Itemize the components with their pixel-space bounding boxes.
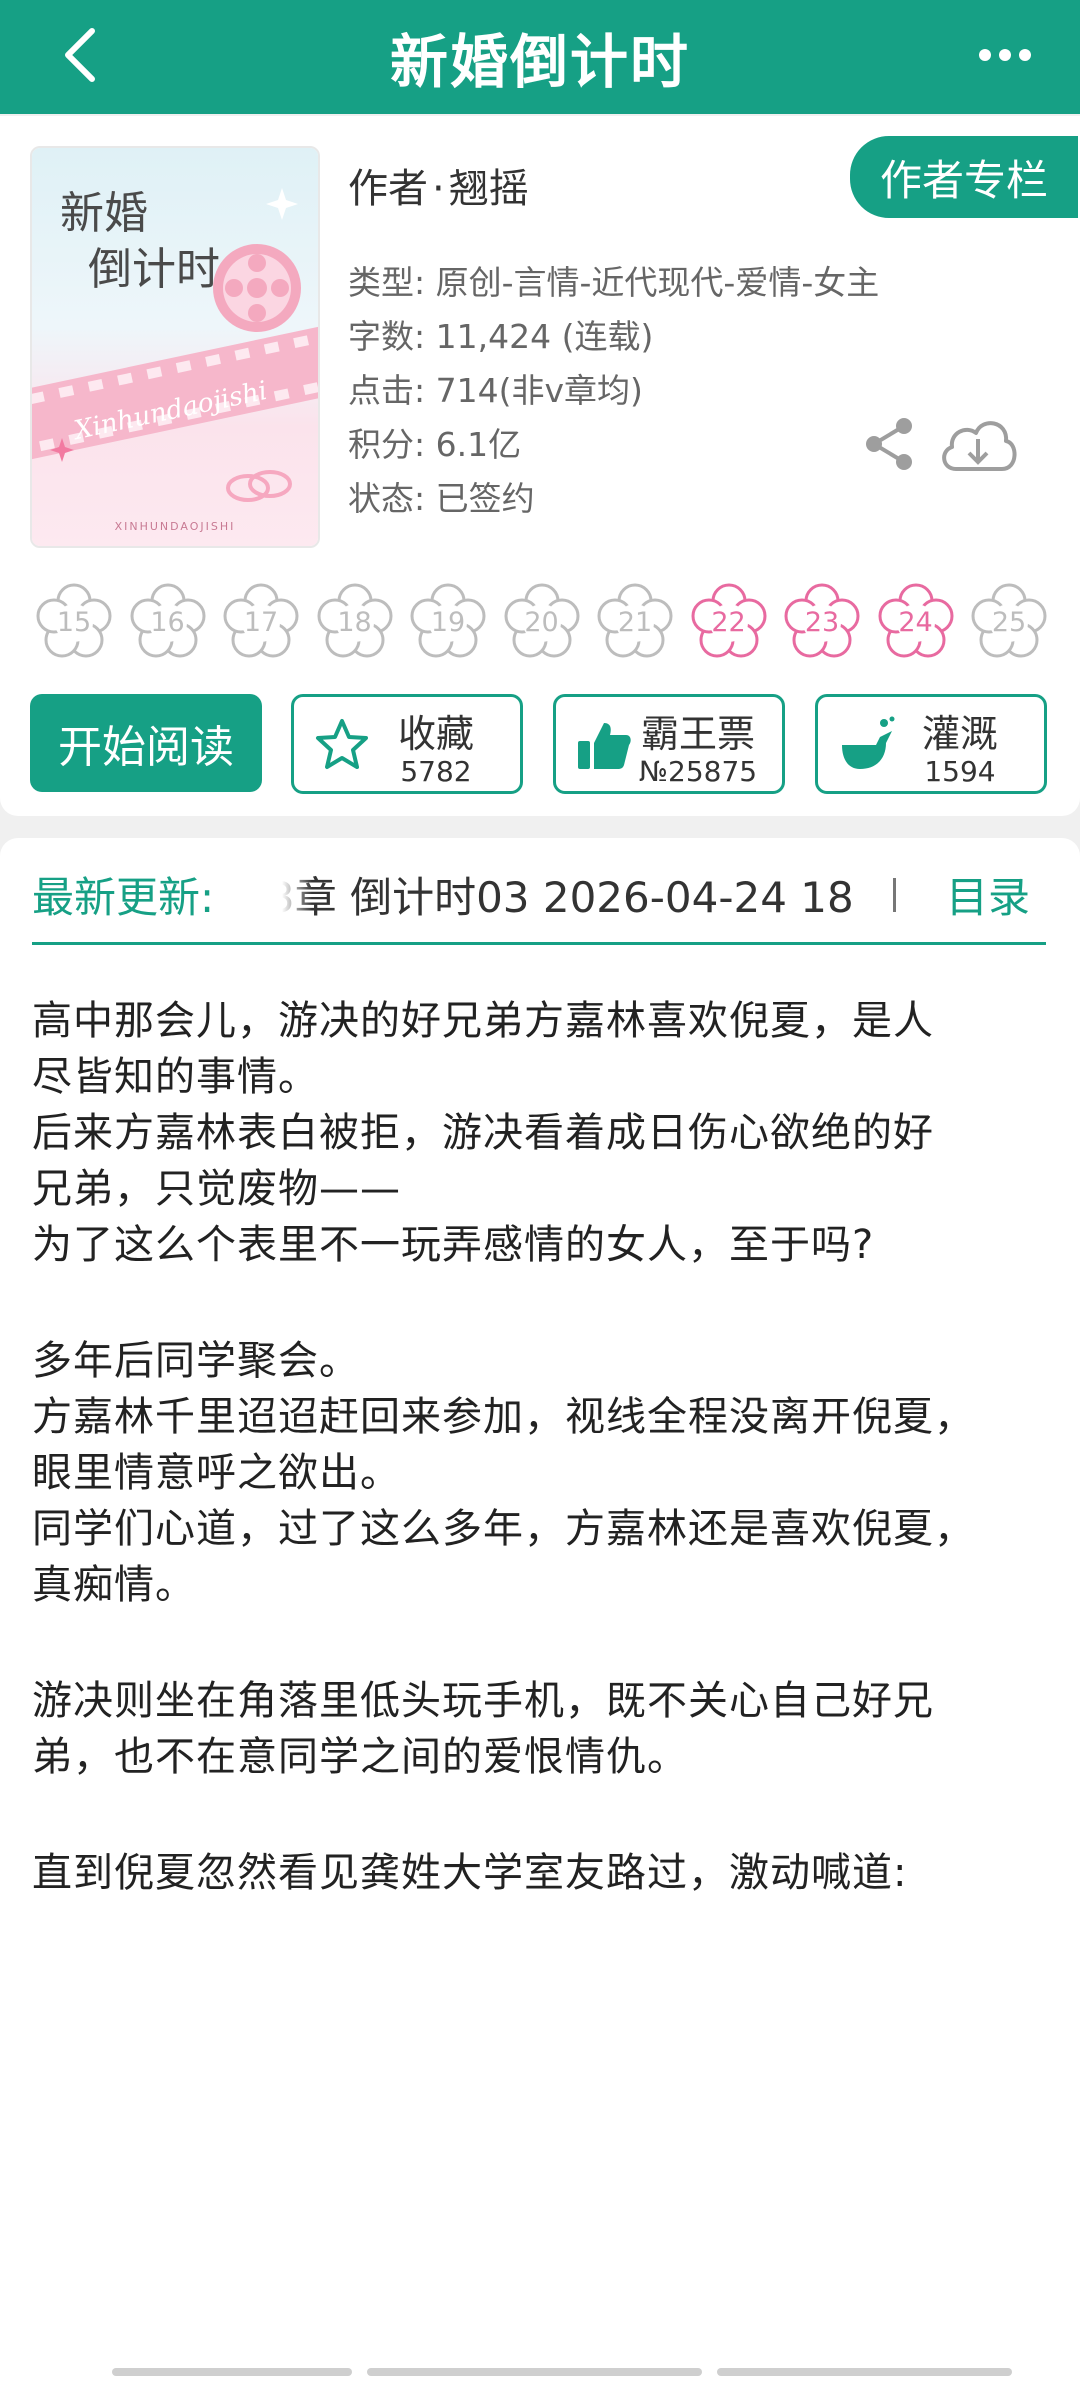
water-label: 灌溉: [921, 712, 998, 756]
flower-number: 21: [617, 606, 653, 638]
latest-update-bar: 最新更新: 3章 倒计时03 2026-04-24 18 目录: [0, 838, 1080, 978]
flower-number: 17: [243, 606, 279, 638]
meta-score: 积分: 6.1亿: [348, 425, 522, 464]
meta-type: 类型: 原创-言情-近代现代-爱情-女主: [348, 263, 880, 302]
flower-row: 15 16 17 18 19 20 21 22 23 24 25: [34, 582, 1054, 666]
author-column-button[interactable]: 作者专栏: [848, 134, 1080, 220]
ticket-button[interactable]: 霸王票 №25875: [553, 694, 785, 794]
flower-badge[interactable]: 18: [315, 582, 395, 662]
top-bar: 新婚倒计时: [0, 0, 1080, 114]
flower-badge[interactable]: 21: [595, 582, 675, 662]
more-dots-icon: [979, 49, 1031, 61]
svg-text:XINHUNDAOJISHI: XINHUNDAOJISHI: [115, 520, 236, 533]
collect-button[interactable]: 收藏 5782: [291, 694, 523, 794]
flower-number: 24: [898, 606, 933, 638]
svg-text:倒计时: 倒计时: [88, 244, 220, 295]
flower-badge[interactable]: 15: [34, 582, 114, 662]
flower-number: 16: [150, 606, 185, 638]
flower-badge[interactable]: 24: [876, 582, 956, 662]
table-of-contents-link[interactable]: 目录: [946, 864, 1030, 925]
flower-badge[interactable]: 19: [408, 582, 488, 662]
description-line: 真痴情。: [32, 1562, 196, 1608]
cover-image: 新婚 倒计时 Xinhundaojishi XINHUNDAOJISHI: [32, 148, 318, 546]
share-icon[interactable]: [862, 416, 916, 472]
ticket-label: 霸王票: [640, 712, 755, 756]
more-button[interactable]: [970, 30, 1040, 80]
description-line: 直到倪夏忽然看见龚姓大学室友路过，激动喊道:: [32, 1850, 908, 1896]
flower-number: 25: [991, 606, 1027, 638]
bottom-scroll-indicator: [112, 2368, 1012, 2376]
flower-number: 23: [804, 606, 840, 638]
ticket-count: №25875: [638, 755, 758, 788]
flower-number: 15: [56, 606, 92, 638]
flower-badge[interactable]: 22: [689, 582, 769, 662]
flower-number: 18: [337, 606, 372, 638]
author-prefix: 作者: [348, 166, 428, 212]
flower-number: 19: [430, 606, 466, 638]
underline-divider: [32, 942, 1046, 945]
book-cover[interactable]: 新婚 倒计时 Xinhundaojishi XINHUNDAOJISHI: [30, 146, 320, 548]
flower-number: 20: [524, 606, 559, 638]
latest-chapter-text: 3章 倒计时03 2026-04-24 18: [282, 873, 854, 922]
collect-count: 5782: [400, 755, 472, 788]
author-line[interactable]: 作者 · 翘摇: [348, 156, 529, 214]
page-title: 新婚倒计时: [389, 28, 690, 96]
flower-badge[interactable]: 25: [969, 582, 1049, 662]
flower-badge[interactable]: 20: [502, 582, 582, 662]
flower-badge[interactable]: 23: [782, 582, 862, 662]
meta-clicks: 点击: 714(非v章均): [348, 371, 643, 410]
flower-badge[interactable]: 16: [128, 582, 208, 662]
water-count: 1594: [924, 755, 996, 788]
flower-number: 22: [711, 606, 746, 638]
latest-chapter[interactable]: 3章 倒计时03 2026-04-24 18: [282, 864, 882, 925]
author-name[interactable]: 翘摇: [449, 166, 529, 212]
description-line: 弟，也不在意同学之间的爱恨情仇。: [32, 1734, 688, 1780]
description-line: 为了这么个表里不一玩弄感情的女人，至于吗?: [32, 1222, 875, 1268]
divider: [893, 878, 896, 912]
meta-status: 状态: 已签约: [348, 479, 535, 518]
meta-words: 字数: 11,424 (连载): [348, 317, 654, 356]
cloud-download-icon[interactable]: [936, 411, 1020, 477]
book-meta: 类型: 原创-言情-近代现代-爱情-女主 字数: 11,424 (连载) 点击:…: [348, 256, 879, 526]
chevron-left-icon: [65, 28, 95, 82]
start-reading-button[interactable]: 开始阅读: [30, 694, 262, 792]
flower-badge[interactable]: 17: [221, 582, 301, 662]
water-button[interactable]: 灌溉 1594: [815, 694, 1047, 794]
book-info-card: 新婚 倒计时 Xinhundaojishi XINHUNDAOJISHI 作者 ·…: [0, 116, 1080, 816]
svg-text:新婚: 新婚: [60, 188, 148, 239]
back-button[interactable]: [50, 10, 110, 100]
author-dot: ·: [432, 166, 445, 212]
collect-label: 收藏: [397, 712, 474, 756]
book-description: 高中那会儿，游决的好兄弟方嘉林喜欢倪夏，是人 尽皆知的事情。 后来方嘉林表白被拒…: [0, 978, 1080, 2386]
latest-label: 最新更新:: [32, 873, 215, 922]
